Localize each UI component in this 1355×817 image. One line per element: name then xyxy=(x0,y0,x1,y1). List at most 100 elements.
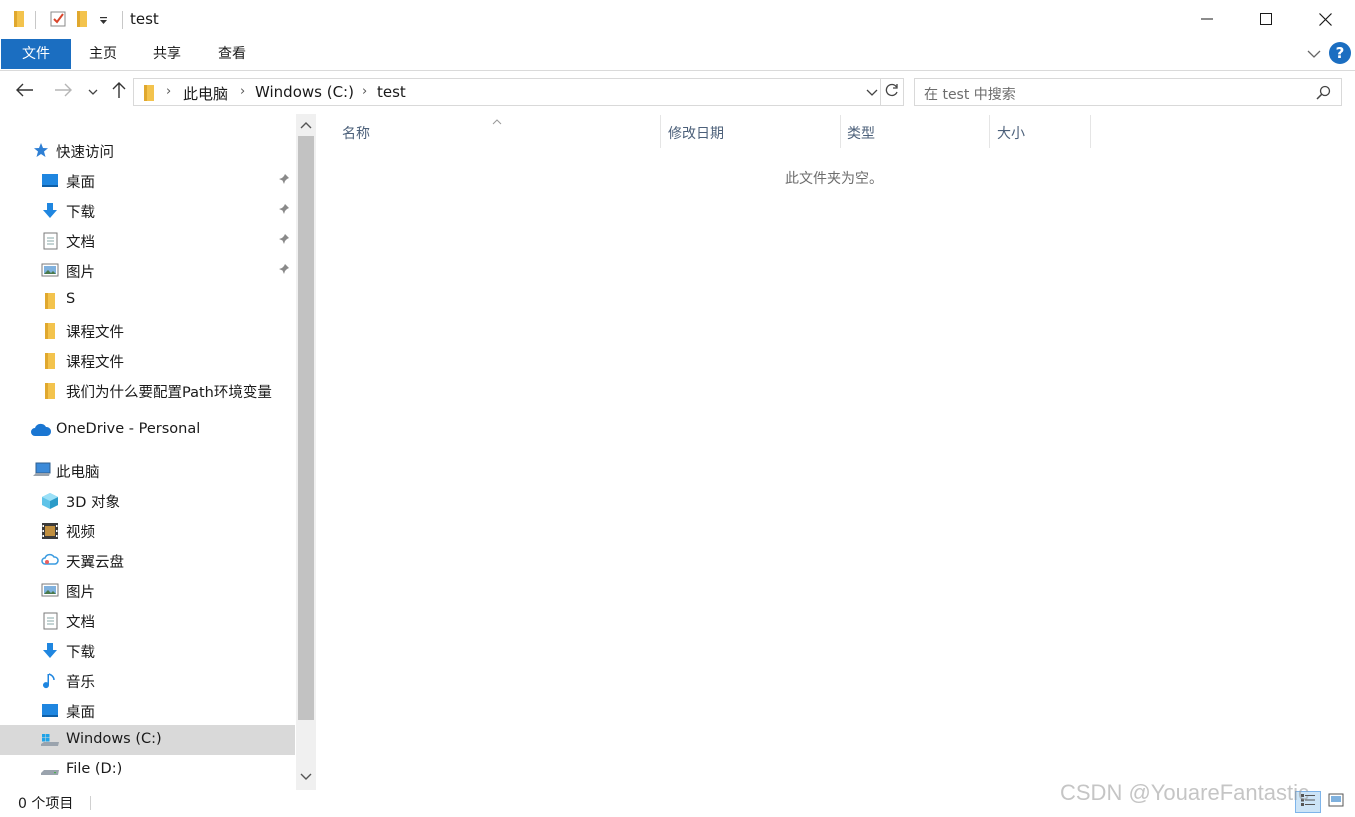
search-box[interactable]: 在 test 中搜索 xyxy=(914,78,1342,106)
tab-home[interactable]: 主页 xyxy=(80,39,126,69)
sidebar-item-desktop[interactable]: 桌面 xyxy=(0,165,295,195)
folder-icon xyxy=(12,10,28,28)
pictures-icon xyxy=(41,262,59,278)
toolbar-divider xyxy=(122,11,123,29)
large-icons-view-button[interactable] xyxy=(1323,791,1349,813)
chevron-right-icon[interactable]: › xyxy=(166,84,171,99)
recent-locations-button[interactable] xyxy=(84,82,102,102)
arrow-right-icon xyxy=(54,83,72,101)
column-header-date-modified[interactable]: 修改日期 xyxy=(661,115,840,149)
sidebar-item-this-pc[interactable]: 此电脑 xyxy=(0,455,295,485)
breadcrumb-windows-c[interactable]: Windows (C:) xyxy=(255,83,354,101)
scroll-down-icon[interactable] xyxy=(299,770,313,786)
folder-icon xyxy=(142,84,156,106)
sidebar-item-documents[interactable]: 文档 xyxy=(0,225,295,255)
help-button[interactable]: ? xyxy=(1329,42,1351,64)
column-header-label: 名称 xyxy=(342,126,370,142)
title-bar: test xyxy=(0,0,1355,38)
sidebar-item-downloads-pc[interactable]: 下载 xyxy=(0,635,295,665)
minimize-button[interactable] xyxy=(1178,0,1236,38)
status-divider xyxy=(90,796,91,810)
maximize-button[interactable] xyxy=(1237,0,1295,38)
tab-file[interactable]: 文件 xyxy=(1,39,71,69)
sidebar-item-quick-access[interactable]: 快速访问 xyxy=(0,135,295,165)
navigation-scrollbar[interactable] xyxy=(296,114,316,790)
sidebar-item-3d-objects[interactable]: 3D 对象 xyxy=(0,485,295,515)
ribbon: 文件 主页 共享 查看 ? xyxy=(0,38,1355,71)
address-history-dropdown-icon[interactable] xyxy=(866,85,878,101)
refresh-button[interactable] xyxy=(880,78,904,106)
scroll-up-icon[interactable] xyxy=(299,118,313,134)
sidebar-item-label: 桌面 xyxy=(66,175,95,191)
arrow-up-icon xyxy=(112,81,126,103)
tab-share[interactable]: 共享 xyxy=(144,39,190,69)
sidebar-item-file-d[interactable]: File (D:) xyxy=(0,755,295,785)
sidebar-item-label: 课程文件 xyxy=(66,355,124,371)
computer-icon xyxy=(32,462,52,478)
sidebar-item-pictures[interactable]: 图片 xyxy=(0,255,295,285)
search-icon[interactable] xyxy=(1316,85,1331,104)
sidebar-item-folder-s[interactable]: S xyxy=(0,285,295,315)
column-divider[interactable] xyxy=(1090,115,1091,148)
maximize-icon xyxy=(1260,13,1272,25)
sidebar-item-label: 课程文件 xyxy=(66,325,124,341)
address-bar[interactable]: › 此电脑 › Windows (C:) › test xyxy=(133,78,881,106)
sidebar-item-onedrive[interactable]: OneDrive - Personal xyxy=(0,415,295,445)
forward-button[interactable] xyxy=(52,82,74,102)
refresh-icon xyxy=(885,83,899,101)
sidebar-item-desktop-pc[interactable]: 桌面 xyxy=(0,695,295,725)
sidebar-item-label: 音乐 xyxy=(66,675,95,691)
sidebar-item-pictures-pc[interactable]: 图片 xyxy=(0,575,295,605)
sidebar-item-label: 3D 对象 xyxy=(66,495,120,511)
new-folder-icon[interactable] xyxy=(75,10,91,28)
status-item-count: 0 个项目 xyxy=(18,796,74,812)
sidebar-item-label: 下载 xyxy=(66,645,95,661)
column-header-size[interactable]: 大小 xyxy=(990,115,1090,149)
up-button[interactable] xyxy=(108,82,130,102)
arrow-left-icon xyxy=(16,83,34,101)
sidebar-item-downloads[interactable]: 下载 xyxy=(0,195,295,225)
chevron-right-icon[interactable]: › xyxy=(240,84,245,99)
tab-view[interactable]: 查看 xyxy=(209,39,255,69)
sidebar-item-label: 文档 xyxy=(66,235,95,251)
breadcrumb-test[interactable]: test xyxy=(377,83,406,101)
column-header-type[interactable]: 类型 xyxy=(841,115,989,149)
sidebar-item-label: S xyxy=(66,291,76,307)
sidebar-item-label: 天翼云盘 xyxy=(66,555,124,571)
scrollbar-thumb[interactable] xyxy=(298,136,314,720)
column-header-label: 大小 xyxy=(997,126,1025,142)
properties-icon[interactable] xyxy=(49,10,66,28)
music-icon xyxy=(43,672,61,689)
breadcrumb-this-pc[interactable]: 此电脑 xyxy=(183,83,228,104)
sidebar-item-videos[interactable]: 视频 xyxy=(0,515,295,545)
sidebar-item-label: 文档 xyxy=(66,615,95,631)
sidebar-item-tianyi-cloud[interactable]: 天翼云盘 xyxy=(0,545,295,575)
back-button[interactable] xyxy=(14,82,36,102)
desktop-icon xyxy=(41,702,59,718)
sidebar-item-course-files-2[interactable]: 课程文件 xyxy=(0,345,295,375)
sidebar-item-label: OneDrive - Personal xyxy=(56,421,201,437)
sidebar-item-label: Windows (C:) xyxy=(66,731,162,747)
search-input[interactable]: 在 test 中搜索 xyxy=(924,84,1016,104)
sidebar-item-label: 下载 xyxy=(66,205,95,221)
desktop-icon xyxy=(41,172,59,188)
document-icon xyxy=(43,612,61,630)
sidebar-item-documents-pc[interactable]: 文档 xyxy=(0,605,295,635)
chevron-right-icon[interactable]: › xyxy=(362,84,367,99)
pin-icon[interactable] xyxy=(278,233,290,249)
close-button[interactable] xyxy=(1296,0,1354,38)
sidebar-item-label: File (D:) xyxy=(66,761,123,777)
column-header-name[interactable]: 名称 xyxy=(334,115,660,149)
folder-icon xyxy=(43,352,61,369)
customize-toolbar-icon[interactable] xyxy=(99,14,115,32)
expand-ribbon-icon[interactable] xyxy=(1307,47,1321,63)
sidebar-item-path-folder[interactable]: 我们为什么要配置Path环境变量 xyxy=(0,375,295,405)
star-icon xyxy=(33,142,51,158)
pin-icon[interactable] xyxy=(278,203,290,219)
sidebar-item-course-files[interactable]: 课程文件 xyxy=(0,315,295,345)
download-icon xyxy=(42,202,60,218)
sidebar-item-windows-c[interactable]: Windows (C:) xyxy=(0,725,295,755)
sidebar-item-music[interactable]: 音乐 xyxy=(0,665,295,695)
pin-icon[interactable] xyxy=(278,173,290,189)
pin-icon[interactable] xyxy=(278,263,290,279)
